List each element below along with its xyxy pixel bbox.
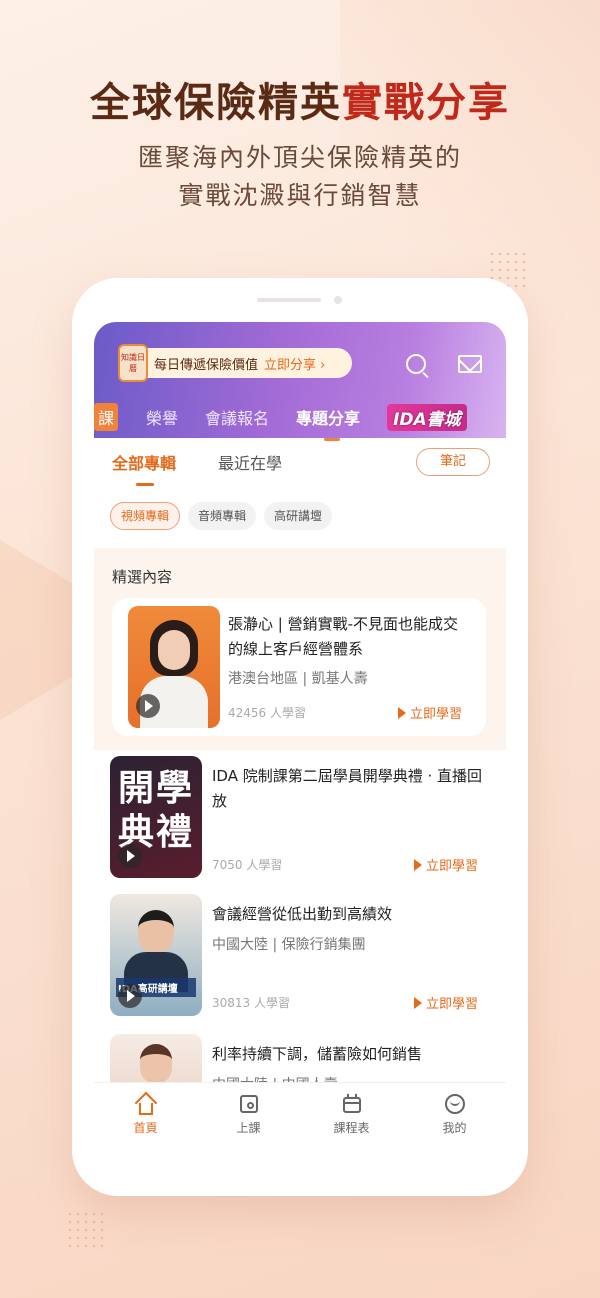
chip-audio[interactable]: 音頻專輯 (188, 502, 257, 530)
search-icon[interactable] (406, 354, 426, 374)
calendar-icon (341, 1093, 363, 1115)
bottom-nav: 首頁 上課 課程表 我的 (94, 1082, 506, 1140)
banner-text: 每日傳遞保險價值 (154, 357, 259, 373)
tab-topic-share[interactable]: 專題分享 (296, 405, 360, 441)
tab-all-albums[interactable]: 全部專輯 (112, 450, 176, 486)
nav-profile[interactable]: 我的 (403, 1083, 506, 1140)
home-icon (134, 1091, 157, 1115)
dot-pattern (66, 1210, 106, 1250)
featured-card[interactable]: 張瀞心 | 營銷實戰-不見面也能成交的線上客戶經營體系 港澳台地區 | 凱基人壽… (112, 598, 486, 736)
featured-section: 精選內容 張瀞心 | 營銷實戰-不見面也能成交的線上客戶經營體系 港澳台地區 |… (94, 548, 506, 750)
tab-honor[interactable]: 榮譽 (146, 405, 178, 429)
tab-course[interactable]: 課 (94, 403, 119, 431)
nav-tabs: 課 榮譽 會議報名 專題分享 IDA書城 (94, 396, 506, 441)
nav-home[interactable]: 首頁 (94, 1083, 197, 1140)
nav-profile-label: 我的 (442, 1121, 467, 1135)
nav-schedule[interactable]: 課程表 (300, 1083, 403, 1140)
nav-schedule-label: 課程表 (333, 1121, 370, 1135)
presenter-face (138, 910, 174, 954)
learn-now-button[interactable]: 立即學習 (398, 703, 462, 722)
card-title: IDA 院制課第二屆學員開學典禮 · 直播回放 (212, 767, 483, 810)
phone-frame: 知識日曆 每日傳遞保險價值 立即分享 › 課 榮譽 會議報名 專題分享 IDA書… (72, 278, 528, 1196)
nav-class[interactable]: 上課 (197, 1083, 300, 1140)
daily-banner[interactable]: 知識日曆 每日傳遞保險價值 立即分享 › (118, 344, 352, 382)
learner-count: 30813 人學習 (212, 996, 290, 1010)
nav-class-label: 上課 (236, 1121, 261, 1135)
tab-recent[interactable]: 最近在學 (218, 450, 282, 474)
play-icon[interactable] (118, 844, 142, 868)
tab-ida-bookstore[interactable]: IDA書城 (387, 403, 467, 431)
headline: 全球保險精英實戰分享 (90, 79, 510, 126)
class-icon (238, 1093, 260, 1115)
mail-icon[interactable] (458, 355, 482, 373)
learner-count: 42456 人學習 (228, 706, 306, 720)
smile-icon (444, 1093, 466, 1115)
course-thumbnail[interactable]: IDA高研講壇 (110, 894, 202, 1016)
card-title: 張瀞心 | 營銷實戰-不見面也能成交的線上客戶經營體系 (228, 615, 459, 658)
phone-speaker (257, 298, 321, 302)
card-meta: 中國大陸 | 保險行銷集團 (212, 937, 366, 953)
app-header: 知識日曆 每日傳遞保險價值 立即分享 › 課 榮譽 會議報名 專題分享 IDA書… (94, 322, 506, 441)
share-link[interactable]: 立即分享 › (264, 354, 325, 373)
learn-now-button[interactable]: 立即學習 (414, 993, 478, 1012)
card-title: 利率持續下調，儲蓄險如何銷售 (212, 1045, 423, 1063)
chip-video[interactable]: 視頻專輯 (110, 502, 181, 530)
thumbnail-text: 開學典禮 (117, 767, 194, 853)
notes-button[interactable]: 筆記 (416, 448, 490, 476)
presenter-face (140, 1044, 172, 1084)
filter-chips: 視頻專輯 音頻專輯 高研講壇 (110, 502, 333, 530)
chip-forum[interactable]: 高研講壇 (264, 502, 333, 530)
calendar-tag: 知識日曆 (118, 344, 148, 382)
learn-now-button[interactable]: 立即學習 (414, 855, 478, 874)
app-screen: 知識日曆 每日傳遞保險價值 立即分享 › 課 榮譽 會議報名 專題分享 IDA書… (94, 322, 506, 1140)
card-title: 會議經營從低出勤到高績效 (212, 905, 393, 923)
play-icon[interactable] (136, 694, 160, 718)
phone-camera (334, 296, 342, 304)
play-icon[interactable] (118, 984, 142, 1008)
tab-meeting-signup[interactable]: 會議報名 (205, 405, 269, 429)
nav-home-label: 首頁 (133, 1121, 158, 1135)
featured-label: 精選內容 (112, 568, 173, 586)
learner-count: 7050 人學習 (212, 858, 283, 872)
subline-2: 實戰沈澱與行銷智慧 (178, 181, 422, 210)
card-meta: 港澳台地區 | 凱基人壽 (228, 671, 368, 687)
course-thumbnail[interactable]: 開學典禮 (110, 756, 202, 878)
subline-1: 匯聚海內外頂尖保險精英的 (137, 143, 462, 172)
course-thumbnail (128, 606, 220, 728)
presenter-face (158, 630, 190, 670)
